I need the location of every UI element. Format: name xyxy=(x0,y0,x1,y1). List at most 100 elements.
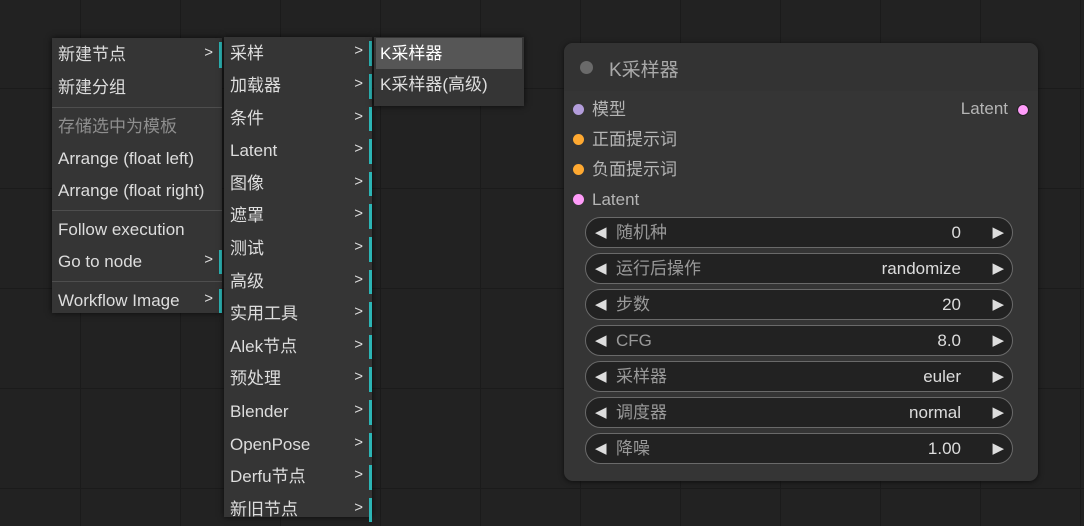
menu-item-category[interactable]: 条件 > xyxy=(224,103,372,136)
widget[interactable]: ◀ 运行后操作 randomize ▶ xyxy=(585,253,1013,284)
menu-item-category[interactable]: 高级 > xyxy=(224,266,372,299)
menu-item-label: OpenPose xyxy=(230,434,311,454)
widget[interactable]: ◀ 步数 20 ▶ xyxy=(585,289,1013,320)
decrement-arrow-icon[interactable]: ◀ xyxy=(595,398,607,427)
menu-separator xyxy=(52,107,222,108)
chevron-right-icon: > xyxy=(354,466,363,484)
menu-item-category[interactable]: 图像 > xyxy=(224,168,372,201)
input-slot-dot[interactable] xyxy=(573,164,584,175)
menu-item-category[interactable]: 测试 > xyxy=(224,233,372,266)
menu-item-category[interactable]: Latent > xyxy=(224,135,372,168)
increment-arrow-icon[interactable]: ▶ xyxy=(992,362,1004,391)
chevron-right-icon: > xyxy=(354,400,363,418)
menu-item-label: 预处理 xyxy=(230,369,281,389)
chevron-right-icon: > xyxy=(204,290,213,307)
decrement-arrow-icon[interactable]: ◀ xyxy=(595,434,607,463)
menu-item-label: 测试 xyxy=(230,238,264,258)
input-slot-label: 负面提示词 xyxy=(592,160,677,179)
widget[interactable]: ◀ CFG 8.0 ▶ xyxy=(585,325,1013,356)
widget-label: 降噪 xyxy=(616,439,650,458)
ksampler-node[interactable]: K采样器 模型 正面提示词 负面提示词 Latent Latent ◀ 随机种 0 ▶ ◀ 运行… xyxy=(564,43,1038,481)
menu-item-label: Follow execution xyxy=(58,220,185,239)
menu-item-category[interactable]: Derfu节点 > xyxy=(224,461,372,494)
widget-label: 调度器 xyxy=(616,403,667,422)
decrement-arrow-icon[interactable]: ◀ xyxy=(595,362,607,391)
input-slot-dot[interactable] xyxy=(573,104,584,115)
widget-value[interactable]: normal xyxy=(909,398,961,427)
menu-item-new-group[interactable]: 新建分组 xyxy=(52,72,222,104)
menu-item-label: K采样器(高级) xyxy=(380,75,488,94)
menu-item-category[interactable]: 实用工具 > xyxy=(224,298,372,331)
widget[interactable]: ◀ 采样器 euler ▶ xyxy=(585,361,1013,392)
widget-label: 运行后操作 xyxy=(616,259,701,278)
widget-value[interactable]: 0 xyxy=(952,218,961,247)
menu-item-ksampler-advanced[interactable]: K采样器(高级) xyxy=(374,69,524,100)
submenu-sampling: K采样器 K采样器(高级) xyxy=(374,37,524,106)
menu-item-category[interactable]: 加载器 > xyxy=(224,70,372,103)
chevron-right-icon: > xyxy=(354,303,363,321)
menu-item-label: 新旧节点 xyxy=(230,499,298,519)
widget[interactable]: ◀ 降噪 1.00 ▶ xyxy=(585,433,1013,464)
menu-item-label: K采样器 xyxy=(380,44,443,63)
output-latent-dot[interactable] xyxy=(1017,104,1029,116)
menu-item-new-node[interactable]: 新建节点 > xyxy=(52,38,222,72)
menu-item-category[interactable]: 遮罩 > xyxy=(224,200,372,233)
menu-item-category[interactable]: OpenPose > xyxy=(224,429,372,462)
chevron-right-icon: > xyxy=(354,498,363,516)
widget-value[interactable]: 1.00 xyxy=(928,434,961,463)
widget[interactable]: ◀ 调度器 normal ▶ xyxy=(585,397,1013,428)
menu-item-label: 实用工具 xyxy=(230,304,298,324)
menu-item-workflow-image[interactable]: Workflow Image > xyxy=(52,285,222,317)
widget-value[interactable]: randomize xyxy=(882,254,961,283)
menu-item-label: 存储选中为模板 xyxy=(58,117,177,136)
menu-item-label: 遮罩 xyxy=(230,206,264,226)
chevron-right-icon: > xyxy=(204,44,213,61)
chevron-right-icon: > xyxy=(204,251,213,268)
collapse-dot-icon[interactable] xyxy=(580,61,593,74)
node-title: K采样器 xyxy=(609,60,679,81)
menu-item-category[interactable]: 预处理 > xyxy=(224,363,372,396)
menu-item-label: Alek节点 xyxy=(230,336,298,356)
menu-item-category[interactable]: Blender > xyxy=(224,396,372,429)
widget-value[interactable]: euler xyxy=(923,362,961,391)
menu-item-category[interactable]: 新旧节点 > xyxy=(224,494,372,526)
menu-item-ksampler[interactable]: K采样器 xyxy=(376,38,522,69)
decrement-arrow-icon[interactable]: ◀ xyxy=(595,326,607,355)
context-menu: 新建节点 > 新建分组 存储选中为模板 Arrange (float left)… xyxy=(52,38,222,313)
menu-item-label: Arrange (float right) xyxy=(58,181,205,200)
menu-item-category[interactable]: 采样 > xyxy=(224,37,372,70)
decrement-arrow-icon[interactable]: ◀ xyxy=(595,218,607,247)
menu-item-arrange-right[interactable]: Arrange (float right) xyxy=(52,175,222,207)
increment-arrow-icon[interactable]: ▶ xyxy=(992,254,1004,283)
decrement-arrow-icon[interactable]: ◀ xyxy=(595,254,607,283)
chevron-right-icon: > xyxy=(354,107,363,125)
menu-item-label: Latent xyxy=(230,141,278,161)
menu-item-go-to-node[interactable]: Go to node > xyxy=(52,246,222,278)
widget-value[interactable]: 20 xyxy=(942,290,961,319)
input-slot-label: 模型 xyxy=(592,100,626,119)
input-slot-dot[interactable] xyxy=(573,134,584,145)
menu-item-label: Go to node xyxy=(58,252,143,271)
node-title-bar[interactable]: K采样器 xyxy=(564,43,1038,91)
increment-arrow-icon[interactable]: ▶ xyxy=(992,398,1004,427)
increment-arrow-icon[interactable]: ▶ xyxy=(992,218,1004,247)
menu-separator xyxy=(52,210,222,211)
widget[interactable]: ◀ 随机种 0 ▶ xyxy=(585,217,1013,248)
widget-value[interactable]: 8.0 xyxy=(937,326,961,355)
chevron-right-icon: > xyxy=(354,368,363,386)
menu-item-save-template: 存储选中为模板 xyxy=(52,111,222,143)
output-latent-label: Latent xyxy=(960,99,1008,118)
decrement-arrow-icon[interactable]: ◀ xyxy=(595,290,607,319)
menu-item-category[interactable]: Alek节点 > xyxy=(224,331,372,364)
menu-item-follow-execution[interactable]: Follow execution xyxy=(52,214,222,246)
input-slot-dot[interactable] xyxy=(573,194,584,205)
widget-label: 采样器 xyxy=(616,367,667,386)
increment-arrow-icon[interactable]: ▶ xyxy=(992,290,1004,319)
chevron-right-icon: > xyxy=(354,140,363,158)
submenu-node-categories: 采样 > 加载器 > 条件 > Latent > 图像 > 遮罩 > 测试 > 高级 > 实用工具 > Alek节点… xyxy=(224,37,372,522)
increment-arrow-icon[interactable]: ▶ xyxy=(992,434,1004,463)
widget-label: 步数 xyxy=(616,295,650,314)
menu-item-arrange-left[interactable]: Arrange (float left) xyxy=(52,143,222,175)
chevron-right-icon: > xyxy=(354,172,363,190)
increment-arrow-icon[interactable]: ▶ xyxy=(992,326,1004,355)
